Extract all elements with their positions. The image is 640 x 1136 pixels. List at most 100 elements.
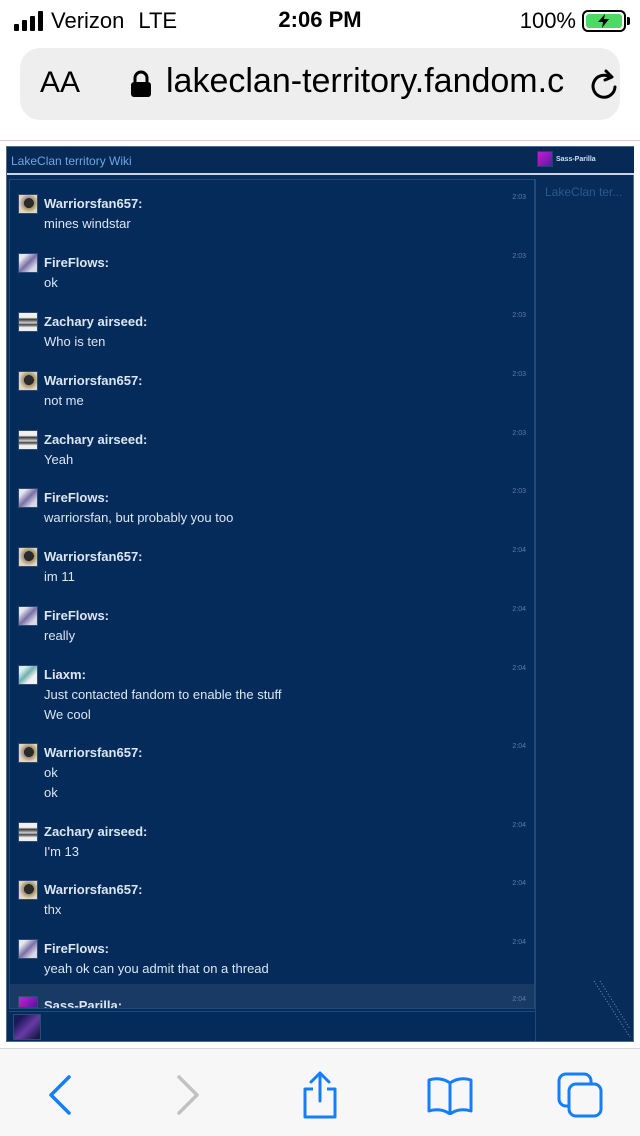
message-author[interactable]: FireFlows: [44, 608, 109, 623]
message-author[interactable]: Warriorsfan657: [44, 882, 143, 897]
chevron-left-icon [49, 1075, 71, 1115]
message-text: I'm 13 [44, 844, 79, 859]
message-time: 2:04 [512, 606, 526, 613]
chat-message: Warriorsfan657: thx 2:04 [10, 880, 534, 920]
chat-message: Liaxm: Just contacted fandom to enable t… [10, 665, 534, 725]
avatar[interactable] [18, 488, 38, 508]
chat-message: Warriorsfan657: im 11 2:04 [10, 547, 534, 587]
message-time: 2:03 [512, 194, 526, 201]
tabs-icon [557, 1072, 603, 1118]
message-author[interactable]: FireFlows: [44, 490, 109, 505]
avatar[interactable] [18, 939, 38, 959]
message-time: 2:03 [512, 488, 526, 495]
url-text[interactable]: lakeclan-territory.fandom.c [166, 62, 576, 101]
aa-label: AA [40, 66, 81, 99]
message-time: 2:03 [512, 253, 526, 260]
reload-icon[interactable] [588, 68, 620, 102]
status-right: 100% [520, 8, 630, 34]
message-text: really [44, 628, 76, 643]
message-text: not me [44, 393, 84, 408]
composer [9, 1011, 535, 1041]
message-author[interactable]: Sass-Parilla: [44, 998, 122, 1008]
message-text: Just contacted fandom to enable the stuf… [44, 687, 282, 702]
tabs-button[interactable] [556, 1071, 604, 1119]
back-button[interactable] [36, 1071, 84, 1119]
message-author[interactable]: Zachary airseed: [44, 432, 147, 447]
status-left: Verizon LTE [14, 8, 177, 34]
message-author[interactable]: Warriorsfan657: [44, 196, 143, 211]
chat-message: FireFlows: really 2:04 [10, 606, 534, 646]
forward-button[interactable] [164, 1071, 212, 1119]
current-user-name: Sass-Parilla [556, 155, 596, 163]
message-text: warriorsfan, but probably you too [44, 510, 234, 525]
message-author[interactable]: Liaxm: [44, 667, 86, 682]
carrier-label: Verizon [51, 8, 125, 33]
message-input[interactable] [45, 1014, 531, 1040]
message-author[interactable]: Warriorsfan657: [44, 745, 143, 760]
chat-message: FireFlows: warriorsfan, but probably you… [10, 488, 534, 528]
message-author[interactable]: Warriorsfan657: [44, 373, 143, 388]
message-text: Who is ten [44, 334, 106, 349]
page-divider [0, 140, 640, 141]
message-text: ok [44, 765, 58, 780]
avatar[interactable] [18, 822, 38, 842]
chevron-right-icon [177, 1075, 199, 1115]
message-text: Yeah [44, 452, 74, 467]
signal-icon [14, 11, 43, 31]
battery-icon [582, 10, 630, 32]
chat-message: Sass-Parilla: 2:04 [10, 984, 534, 1008]
wiki-title[interactable]: LakeClan territory Wiki [11, 154, 132, 168]
chat-message: Zachary airseed: Who is ten 2:03 [10, 312, 534, 352]
avatar[interactable] [18, 606, 38, 626]
message-time: 2:03 [512, 312, 526, 319]
message-text: ok [44, 785, 58, 800]
share-icon [303, 1071, 337, 1119]
current-user[interactable]: Sass-Parilla [537, 151, 596, 167]
status-bar: Verizon LTE 2:06 PM 100% [0, 0, 640, 40]
avatar[interactable] [18, 880, 38, 900]
share-button[interactable] [296, 1071, 344, 1119]
avatar [537, 151, 553, 167]
bookmarks-button[interactable] [426, 1071, 474, 1119]
message-time: 2:04 [512, 743, 526, 750]
message-time: 2:04 [512, 939, 526, 946]
browser-toolbar [0, 1048, 640, 1136]
message-time: 2:04 [512, 996, 526, 1003]
chat-message: Warriorsfan657: mines windstar 2:03 [10, 194, 534, 234]
avatar[interactable] [18, 430, 38, 450]
avatar[interactable] [18, 253, 38, 273]
avatar[interactable] [18, 996, 38, 1008]
chat-message: Warriorsfan657: ok ok 2:04 [10, 743, 534, 803]
address-bar[interactable]: AA lakeclan-territory.fandom.c [20, 48, 620, 120]
avatar[interactable] [18, 547, 38, 567]
book-icon [427, 1077, 473, 1115]
user-list-item[interactable]: LakeClan ter... [545, 185, 622, 199]
chat-message: Zachary airseed: Yeah 2:03 [10, 430, 534, 470]
message-author[interactable]: FireFlows: [44, 255, 109, 270]
message-text: mines windstar [44, 216, 131, 231]
avatar[interactable] [18, 312, 38, 332]
message-time: 2:04 [512, 547, 526, 554]
message-list[interactable]: Warriorsfan657: mines windstar 2:03 Fire… [9, 179, 535, 1009]
chat-message: Zachary airseed: I'm 13 2:04 [10, 822, 534, 862]
chat-message: FireFlows: yeah ok can you admit that on… [10, 939, 534, 979]
message-time: 2:04 [512, 880, 526, 887]
lock-icon [131, 70, 151, 97]
avatar[interactable] [18, 194, 38, 214]
message-author[interactable]: Warriorsfan657: [44, 549, 143, 564]
resize-handle-icon[interactable] [592, 979, 632, 1039]
message-author[interactable]: Zachary airseed: [44, 824, 147, 839]
reader-settings-button[interactable]: AA [40, 66, 80, 100]
message-text: yeah ok can you admit that on a thread [44, 961, 269, 976]
avatar[interactable] [18, 665, 38, 685]
message-author[interactable]: FireFlows: [44, 941, 109, 956]
avatar[interactable] [18, 743, 38, 763]
message-text: im 11 [44, 569, 75, 584]
message-text: We cool [44, 707, 91, 722]
message-time: 2:04 [512, 822, 526, 829]
avatar[interactable] [18, 371, 38, 391]
chat-message: Warriorsfan657: not me 2:03 [10, 371, 534, 411]
message-time: 2:03 [512, 430, 526, 437]
chat-window: LakeClan territory Wiki Sass-Parilla War… [6, 146, 634, 1042]
message-author[interactable]: Zachary airseed: [44, 314, 147, 329]
